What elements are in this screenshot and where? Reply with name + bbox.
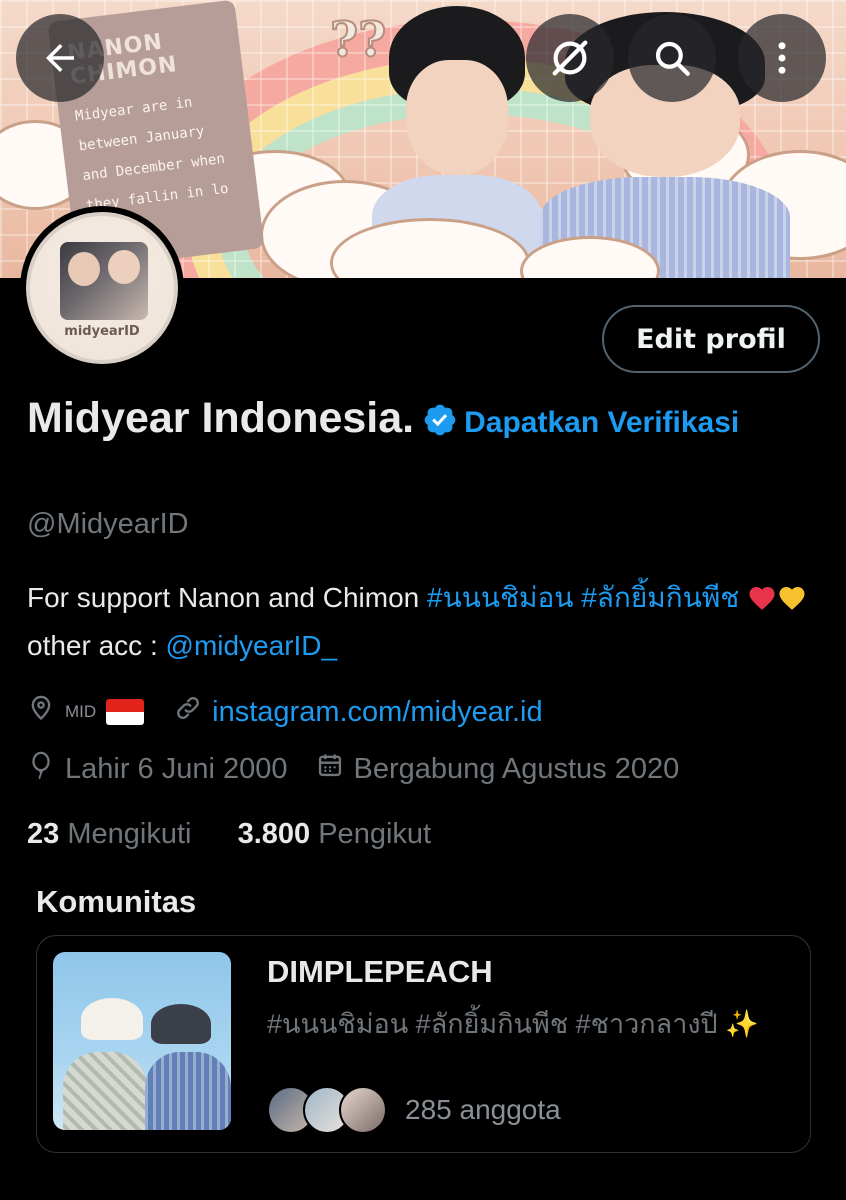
bio-text: For support Nanon and Chimon	[27, 582, 427, 613]
more-button[interactable]	[738, 14, 826, 102]
avatar-label: midyearID	[64, 324, 140, 339]
following-count: 23	[27, 818, 60, 850]
edit-profile-button[interactable]: Edit profil	[602, 305, 820, 373]
bio-text: other acc :	[27, 630, 166, 661]
avatar-image: midyearID	[26, 212, 178, 364]
community-thumbnail	[53, 952, 231, 1130]
profile-handle: @MidyearID	[27, 508, 189, 540]
following-link[interactable]: 23 Mengikuti	[27, 818, 191, 850]
banner-question-marks: ??	[329, 11, 387, 69]
get-verified-link[interactable]: Dapatkan Verifikasi	[464, 406, 739, 439]
bio-hashtag[interactable]: #นนนชิม่อน	[427, 582, 573, 613]
avatar-photo	[60, 242, 148, 320]
location-text: MID	[65, 702, 97, 721]
profile-meta-row-2: Lahir 6 Juni 2000 Bergabung Agustus 2020	[27, 750, 679, 788]
community-card[interactable]: DIMPLEPEACH #นนนชิม่อน #ลักยิ้มกินพีช #ช…	[36, 935, 811, 1153]
back-button[interactable]	[16, 14, 104, 102]
location-icon	[27, 694, 55, 730]
follow-stats: 23 Mengikuti 3.800 Pengikut	[27, 818, 431, 851]
profile-bio: For support Nanon and Chimon #นนนชิม่อน …	[27, 574, 827, 670]
followers-link[interactable]: 3.800 Pengikut	[238, 818, 432, 850]
search-icon	[655, 41, 690, 76]
balloon-icon	[27, 750, 55, 788]
calendar-icon	[316, 751, 344, 787]
grok-button[interactable]	[526, 14, 614, 102]
birthday-text: Lahir 6 Juni 2000	[65, 752, 288, 785]
yellow-heart-icon	[779, 587, 805, 610]
following-label: Mengikuti	[67, 818, 192, 850]
more-vertical-icon	[778, 42, 786, 74]
search-button[interactable]	[628, 14, 716, 102]
red-heart-icon	[749, 587, 775, 610]
community-members: 285 anggota	[267, 1086, 561, 1134]
avatar[interactable]: midyearID	[20, 206, 184, 370]
website-link[interactable]: instagram.com/midyear.id	[212, 696, 542, 729]
arrow-left-icon	[46, 44, 74, 72]
community-member-count: 285 anggota	[405, 1094, 561, 1125]
link-icon	[174, 694, 202, 730]
profile-name-block: Midyear Indonesia. Dapatkan Verifikasi	[27, 392, 817, 459]
communities-heading: Komunitas	[36, 884, 197, 919]
profile-meta-row-1: MID instagram.com/midyear.id	[27, 694, 543, 730]
community-description: #นนนชิม่อน #ลักยิ้มกินพีช #ชาวกลางปี ✨	[267, 1009, 759, 1039]
bio-hashtag[interactable]: #ลักยิ้มกินพีช	[581, 582, 739, 613]
bio-mention[interactable]: @midyearID_	[166, 630, 338, 661]
followers-count: 3.800	[237, 818, 311, 850]
community-name: DIMPLEPEACH	[267, 954, 493, 989]
banner-note-text: Midyear are in between January and Decem…	[74, 94, 230, 214]
joined-date-text: Bergabung Agustus 2020	[353, 752, 680, 785]
display-name: Midyear Indonesia.	[27, 394, 415, 442]
member-avatar	[339, 1086, 387, 1134]
verified-badge-icon	[422, 402, 458, 459]
followers-label: Pengikut	[318, 818, 432, 850]
indonesia-flag-icon	[106, 699, 145, 725]
grok-icon	[552, 40, 588, 76]
